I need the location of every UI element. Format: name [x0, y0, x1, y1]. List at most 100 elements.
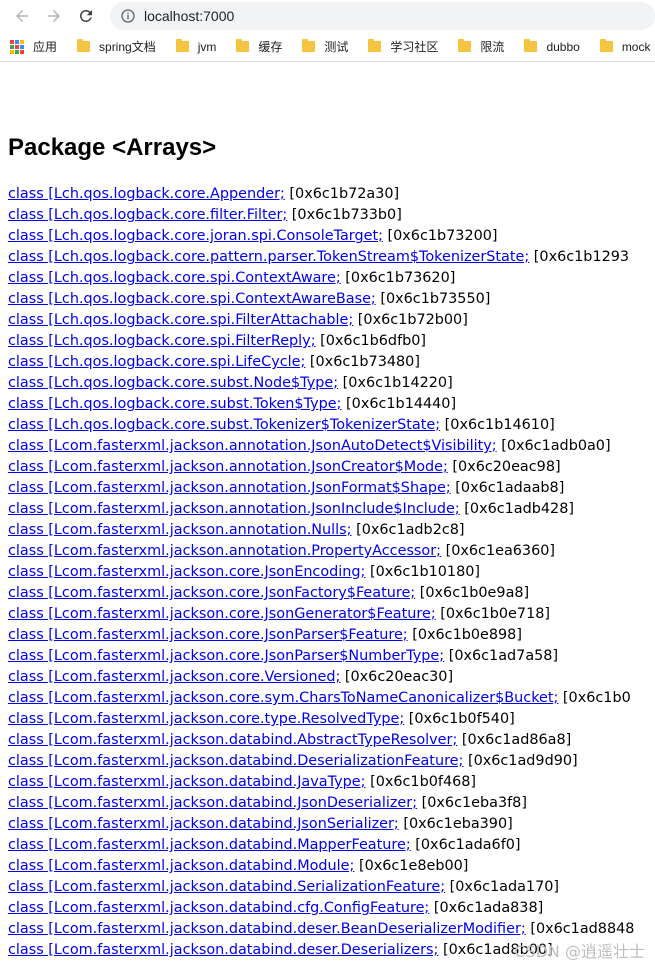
class-link[interactable]: class [Lcom.fasterxml.jackson.databind.M… — [8, 837, 411, 853]
list-item: class [Lch.qos.logback.core.subst.Tokeni… — [8, 415, 655, 436]
class-link[interactable]: class [Lch.qos.logback.core.spi.LifeCycl… — [8, 354, 305, 370]
address-bar-url: localhost:7000 — [144, 8, 235, 24]
class-link[interactable]: class [Lcom.fasterxml.jackson.annotation… — [8, 438, 497, 454]
folder-icon — [236, 39, 250, 52]
memory-address: [0x6c1b6dfb0] — [315, 333, 427, 349]
folder-icon — [458, 39, 472, 52]
memory-address: [0x6c1eba390] — [398, 816, 513, 832]
memory-address: [0x6c1ad9d90] — [463, 753, 578, 769]
class-link[interactable]: class [Lcom.fasterxml.jackson.core.JsonG… — [8, 606, 436, 622]
class-link[interactable]: class [Lch.qos.logback.core.subst.Token$… — [8, 396, 341, 412]
memory-address: [0x6c1b0f540] — [404, 711, 515, 727]
class-link[interactable]: class [Lcom.fasterxml.jackson.databind.S… — [8, 879, 445, 895]
bookmark-folder[interactable]: 测试 — [302, 38, 348, 55]
list-item: class [Lch.qos.logback.core.Appender; [0… — [8, 184, 655, 205]
memory-address: [0x6c1b73480] — [305, 354, 420, 370]
watermark: CSDN @逍遥壮士 — [514, 942, 645, 961]
list-item: class [Lcom.fasterxml.jackson.core.Versi… — [8, 667, 655, 688]
class-link[interactable]: class [Lcom.fasterxml.jackson.annotation… — [8, 480, 451, 496]
class-link[interactable]: class [Lch.qos.logback.core.joran.spi.Co… — [8, 228, 383, 244]
class-link[interactable]: class [Lcom.fasterxml.jackson.databind.J… — [8, 795, 417, 811]
memory-address: [0x6c1ea6360] — [441, 543, 556, 559]
memory-address: [0x6c20eac30] — [340, 669, 454, 685]
class-link[interactable]: class [Lch.qos.logback.core.filter.Filte… — [8, 207, 287, 223]
forward-button[interactable] — [40, 2, 68, 30]
list-item: class [Lcom.fasterxml.jackson.core.type.… — [8, 709, 655, 730]
class-link[interactable]: class [Lcom.fasterxml.jackson.databind.A… — [8, 732, 457, 748]
memory-address: [0x6c1b73200] — [382, 228, 498, 244]
class-link[interactable]: class [Lch.qos.logback.core.pattern.pars… — [8, 249, 529, 265]
apps-grid-icon — [10, 39, 24, 54]
list-item: class [Lcom.fasterxml.jackson.annotation… — [8, 520, 655, 541]
list-item: class [Lcom.fasterxml.jackson.databind.J… — [8, 793, 655, 814]
arrow-right-icon — [48, 10, 60, 22]
bookmark-folder[interactable]: dubbo — [524, 39, 580, 54]
class-link[interactable]: class [Lch.qos.logback.core.spi.FilterRe… — [8, 333, 316, 349]
memory-address: [0x6c1adaab8] — [450, 480, 565, 496]
bookmark-label: 限流 — [480, 40, 505, 54]
class-link[interactable]: class [Lcom.fasterxml.jackson.databind.M… — [8, 858, 354, 874]
bookmark-folder[interactable]: jvm — [175, 39, 216, 54]
bookmark-folder[interactable]: mock — [599, 39, 650, 54]
class-link[interactable]: class [Lcom.fasterxml.jackson.annotation… — [8, 522, 352, 538]
bookmark-folder[interactable]: 限流 — [458, 38, 504, 55]
class-link[interactable]: class [Lch.qos.logback.core.spi.FilterAt… — [8, 312, 353, 328]
memory-address: [0x6c1ad8848 — [525, 921, 635, 937]
class-link[interactable]: class [Lcom.fasterxml.jackson.databind.J… — [8, 816, 399, 832]
address-bar[interactable]: localhost:7000 — [110, 2, 655, 30]
class-link[interactable]: class [Lch.qos.logback.core.spi.ContextA… — [8, 270, 341, 286]
list-item: class [Lcom.fasterxml.jackson.annotation… — [8, 499, 655, 520]
class-link[interactable]: class [Lcom.fasterxml.jackson.core.JsonF… — [8, 585, 415, 601]
memory-address: [0x6c1b733b0] — [287, 207, 402, 223]
page-content: Package <Arrays> class [Lch.qos.logback.… — [0, 62, 655, 961]
bookmark-label: 学习社区 — [390, 40, 439, 54]
class-link[interactable]: class [Lcom.fasterxml.jackson.core.JsonP… — [8, 648, 444, 664]
list-item: class [Lcom.fasterxml.jackson.annotation… — [8, 541, 655, 562]
list-item: class [Lcom.fasterxml.jackson.databind.J… — [8, 772, 655, 793]
arrow-left-icon — [16, 10, 28, 22]
class-link[interactable]: class [Lch.qos.logback.core.Appender; — [8, 186, 285, 202]
memory-address: [0x6c1adb2c8] — [351, 522, 465, 538]
class-link[interactable]: class [Lcom.fasterxml.jackson.core.JsonP… — [8, 627, 408, 643]
folder-icon — [524, 39, 538, 52]
memory-address: [0x6c1b0 — [558, 690, 631, 706]
folder-icon — [175, 39, 189, 52]
class-link[interactable]: class [Lch.qos.logback.core.subst.Tokeni… — [8, 417, 440, 433]
class-link[interactable]: class [Lcom.fasterxml.jackson.core.JsonE… — [8, 564, 365, 580]
memory-address: [0x6c1ad86a8] — [457, 732, 572, 748]
list-item: class [Lcom.fasterxml.jackson.annotation… — [8, 457, 655, 478]
class-link[interactable]: class [Lcom.fasterxml.jackson.databind.D… — [8, 753, 463, 769]
class-link[interactable]: class [Lch.qos.logback.core.subst.Node$T… — [8, 375, 338, 391]
class-link[interactable]: class [Lch.qos.logback.core.spi.ContextA… — [8, 291, 376, 307]
info-icon[interactable] — [120, 8, 136, 24]
memory-address: [0x6c1ada838] — [429, 900, 544, 916]
class-link[interactable]: class [Lcom.fasterxml.jackson.core.Versi… — [8, 669, 340, 685]
memory-address: [0x6c1b73620] — [340, 270, 456, 286]
list-item: class [Lcom.fasterxml.jackson.core.JsonE… — [8, 562, 655, 583]
list-item: class [Lcom.fasterxml.jackson.core.JsonF… — [8, 583, 655, 604]
class-link[interactable]: class [Lcom.fasterxml.jackson.annotation… — [8, 459, 448, 475]
class-link[interactable]: class [Lcom.fasterxml.jackson.annotation… — [8, 501, 460, 517]
bookmark-folder[interactable]: spring文档 — [77, 38, 156, 55]
bookmark-folder[interactable]: 缓存 — [236, 38, 282, 55]
list-item: class [Lcom.fasterxml.jackson.databind.M… — [8, 835, 655, 856]
memory-address: [0x6c20eac98] — [447, 459, 561, 475]
list-item: class [Lcom.fasterxml.jackson.databind.A… — [8, 730, 655, 751]
reload-icon — [79, 9, 92, 22]
list-item: class [Lcom.fasterxml.jackson.annotation… — [8, 478, 655, 499]
list-item: class [Lch.qos.logback.core.pattern.pars… — [8, 247, 655, 268]
list-item: class [Lcom.fasterxml.jackson.annotation… — [8, 436, 655, 457]
memory-address: [0x6c1b10180] — [365, 564, 481, 580]
class-link[interactable]: class [Lcom.fasterxml.jackson.databind.J… — [8, 774, 366, 790]
class-link[interactable]: class [Lcom.fasterxml.jackson.databind.d… — [8, 921, 526, 937]
class-link[interactable]: class [Lcom.fasterxml.jackson.core.type.… — [8, 711, 404, 727]
bookmark-apps[interactable]: 应用 — [10, 38, 57, 55]
class-link[interactable]: class [Lcom.fasterxml.jackson.core.sym.C… — [8, 690, 558, 706]
class-link[interactable]: class [Lcom.fasterxml.jackson.databind.c… — [8, 900, 429, 916]
memory-address: [0x6c1ad7a58] — [444, 648, 559, 664]
class-link[interactable]: class [Lcom.fasterxml.jackson.databind.d… — [8, 942, 438, 958]
back-button[interactable] — [8, 2, 36, 30]
class-link[interactable]: class [Lcom.fasterxml.jackson.annotation… — [8, 543, 441, 559]
bookmark-folder[interactable]: 学习社区 — [368, 38, 438, 55]
reload-button[interactable] — [72, 2, 100, 30]
